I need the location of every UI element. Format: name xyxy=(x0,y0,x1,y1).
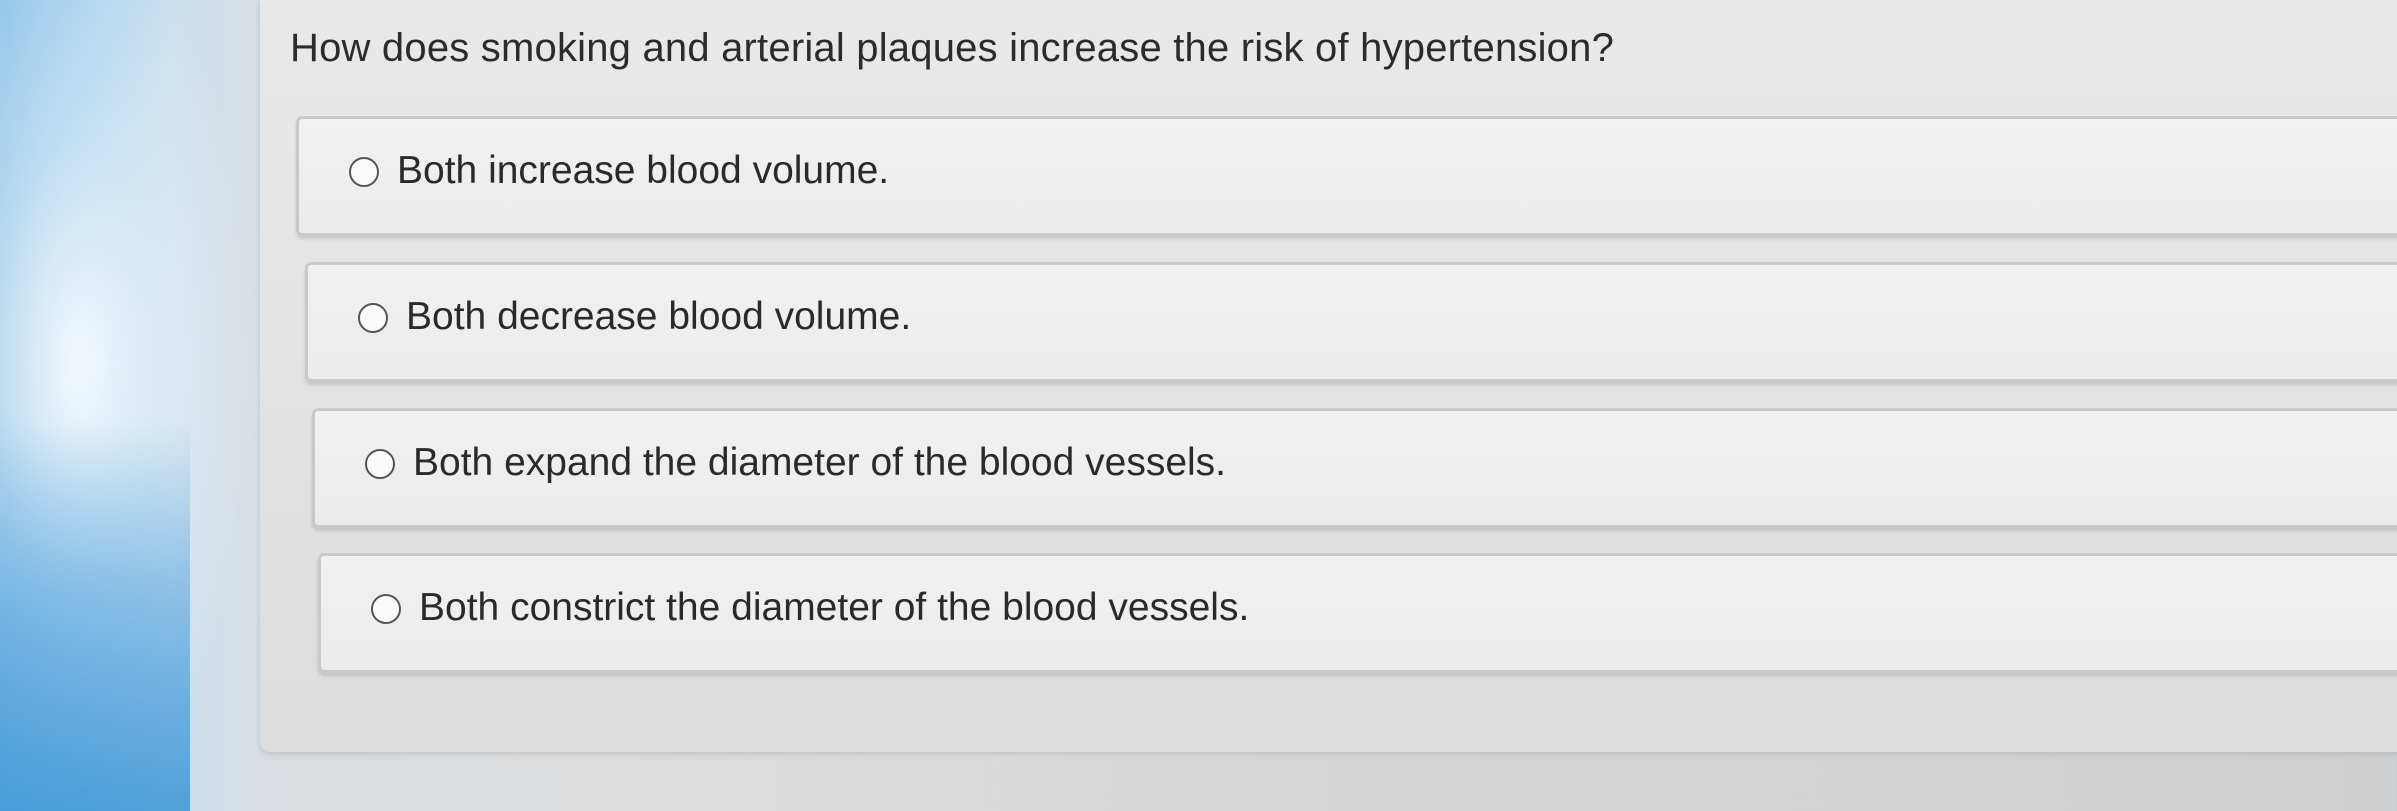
answer-option-label: Both constrict the diameter of the blood… xyxy=(419,586,1250,629)
radio-button-icon[interactable] xyxy=(365,449,395,479)
background-edge xyxy=(0,420,190,811)
question-text: How does smoking and arterial plaques in… xyxy=(290,26,1615,70)
screen-glare xyxy=(0,0,260,811)
answer-option-1[interactable]: Both increase blood volume. xyxy=(296,116,2397,236)
radio-button-icon[interactable] xyxy=(371,594,401,624)
answer-option-2[interactable]: Both decrease blood volume. xyxy=(305,262,2397,382)
answer-option-label: Both decrease blood volume. xyxy=(406,295,912,338)
answer-option-label: Both increase blood volume. xyxy=(397,149,890,192)
radio-button-icon[interactable] xyxy=(358,303,388,333)
answer-option-4[interactable]: Both constrict the diameter of the blood… xyxy=(318,553,2397,673)
answer-option-label: Both expand the diameter of the blood ve… xyxy=(413,441,1227,484)
answer-option-3[interactable]: Both expand the diameter of the blood ve… xyxy=(312,408,2397,528)
radio-button-icon[interactable] xyxy=(349,157,379,187)
